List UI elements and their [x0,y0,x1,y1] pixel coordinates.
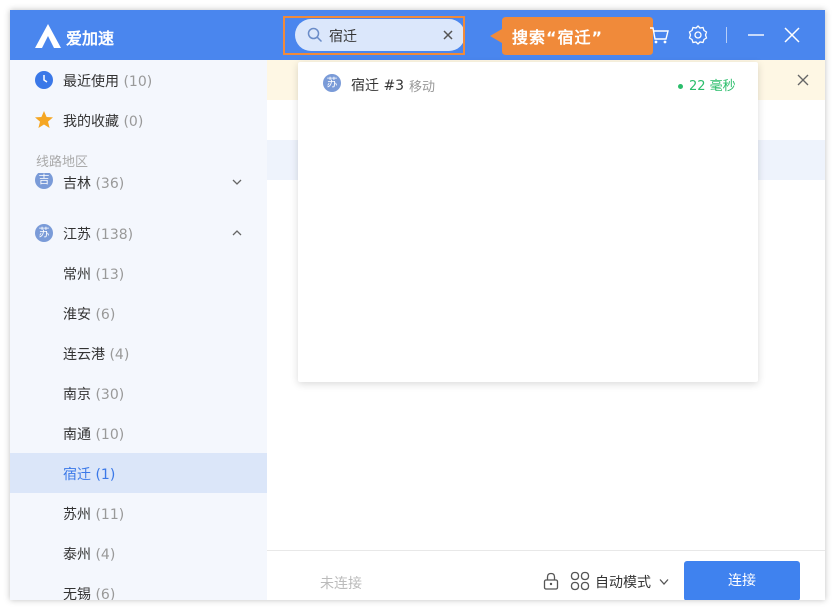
close-icon[interactable] [781,24,803,46]
city-label: 淮安 (6) [63,307,116,323]
province-badge: 苏 [323,74,341,92]
result-isp: 移动 [409,80,436,95]
notice-close-icon[interactable] [797,74,809,86]
status-dot-icon [678,84,683,89]
result-latency: 22 毫秒 [678,75,736,94]
search-highlight-annotation [283,16,465,55]
settings-gear-icon[interactable] [687,24,709,46]
sidebar-item-label: 吉林 (36) [63,176,125,192]
sidebar-item-city[interactable]: 南京 (30) [10,373,267,413]
mode-grid-icon[interactable] [570,571,590,591]
city-label: 苏州 (11) [63,507,125,523]
titlebar-separator [726,27,727,43]
chevron-down-icon[interactable] [659,578,669,586]
clock-icon [35,71,53,89]
sidebar: 最近使用 (10) 我的收藏 (0) 线路地区 吉 吉林 (36) 苏 江苏 (… [10,60,267,600]
province-badge: 吉 [35,173,53,189]
chevron-up-icon [232,230,242,236]
sidebar-item-city[interactable]: 淮安 (6) [10,293,267,333]
city-label: 南通 (10) [63,427,125,443]
city-label: 泰州 (4) [63,547,116,563]
title-bar: 爱加速 宿迁 搜索“宿迁” [10,10,825,60]
app-logo-icon [35,24,61,48]
sidebar-item-city[interactable]: 连云港 (4) [10,333,267,373]
city-label: 无锡 (6) [63,587,116,600]
sidebar-item-favorites[interactable]: 我的收藏 (0) [10,100,267,140]
cart-icon[interactable] [648,24,670,46]
city-label: 常州 (13) [63,267,125,283]
callout-text: 搜索“宿迁” [512,28,604,47]
section-heading: 线路地区 [36,155,89,170]
sidebar-item-city[interactable]: 南通 (10) [10,413,267,453]
chevron-down-icon [232,179,242,185]
sidebar-item-city[interactable]: 常州 (13) [10,253,267,293]
mode-select[interactable]: 自动模式 [595,572,651,592]
footer-bar: 未连接 自动模式 连接 [267,550,825,600]
province-badge: 苏 [35,224,53,242]
sidebar-item-recent[interactable]: 最近使用 (10) [10,60,267,100]
sidebar-item-label: 最近使用 (10) [63,74,153,90]
search-results-dropdown: 苏 宿迁 #3 移动 22 毫秒 [298,62,758,382]
sidebar-item-city[interactable]: 无锡 (6) [10,573,267,600]
connection-status: 未连接 [320,576,362,592]
sidebar-item-label: 我的收藏 (0) [63,114,144,130]
search-result-item[interactable]: 苏 宿迁 #3 移动 22 毫秒 [298,62,758,104]
lock-icon[interactable] [542,572,560,590]
city-label: 南京 (30) [63,387,125,403]
connect-button[interactable]: 连接 [684,561,800,600]
app-brand: 爱加速 [66,29,115,48]
minimize-icon[interactable] [745,24,767,46]
app-window: 爱加速 宿迁 搜索“宿迁” 最近使用 (10) 我的收藏 (0) 线路地区 吉 … [10,10,825,600]
sidebar-item-jiangsu[interactable]: 苏 江苏 (138) [10,213,267,253]
sidebar-item-city[interactable]: 苏州 (11) [10,493,267,533]
star-icon [35,111,53,128]
sidebar-item-jilin[interactable]: 吉 吉林 (36) [10,173,267,199]
sidebar-item-city[interactable]: 泰州 (4) [10,533,267,573]
sidebar-item-city-selected[interactable]: 宿迁 (1) [10,453,267,493]
city-label: 宿迁 (1) [63,467,116,483]
city-label: 连云港 (4) [63,347,130,363]
result-name: 宿迁 #3 [351,78,405,94]
sidebar-item-label: 江苏 (138) [63,227,134,243]
